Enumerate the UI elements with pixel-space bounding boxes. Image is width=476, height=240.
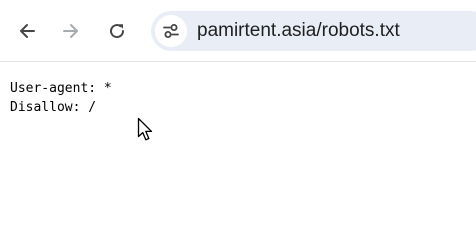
mouse-cursor-icon [137,117,153,141]
text-line: Disallow: / [10,100,97,115]
reload-icon [110,24,125,39]
forward-button[interactable] [57,14,85,48]
url-text[interactable]: pamirtent.asia/robots.txt [197,20,400,42]
back-button[interactable] [13,14,41,48]
tune-icon [163,24,179,38]
arrow-right-icon [63,24,78,38]
address-bar[interactable]: pamirtent.asia/robots.txt [151,11,476,51]
reload-button[interactable] [103,14,131,48]
text-line: User-agent: * [10,81,112,96]
site-info-button[interactable] [155,15,187,47]
arrow-left-icon [20,24,35,38]
browser-toolbar: pamirtent.asia/robots.txt [0,0,476,62]
robots-txt-content: User-agent: * Disallow: / [10,79,112,117]
